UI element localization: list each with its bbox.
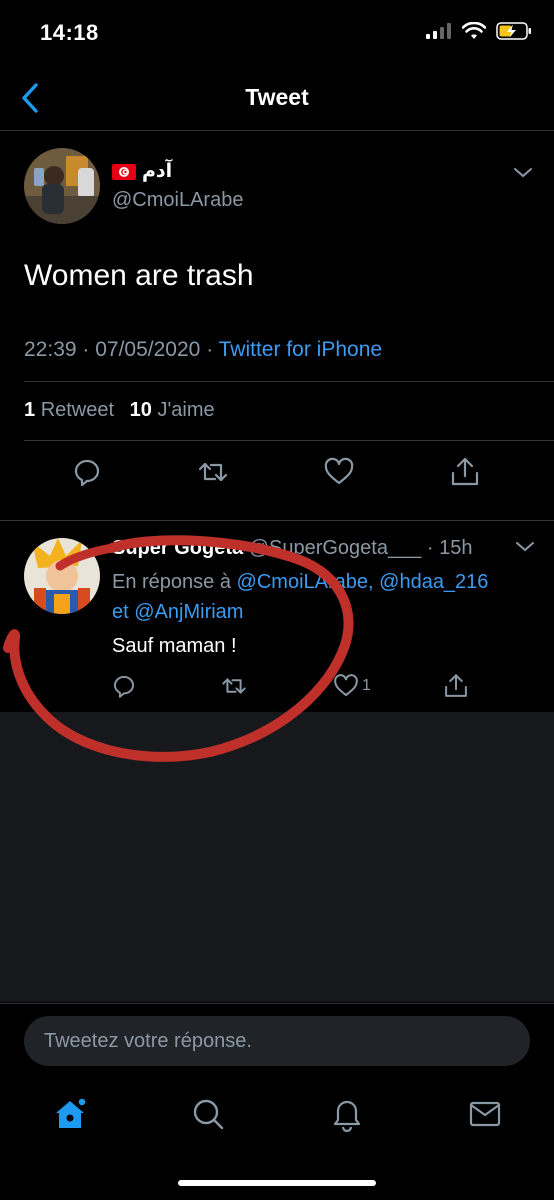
reply-reply-button[interactable] bbox=[110, 672, 138, 700]
mention-link[interactable]: @CmoiLArabe, bbox=[237, 571, 374, 593]
wifi-icon bbox=[462, 22, 486, 39]
mention-link[interactable]: @hdaa_216 bbox=[379, 571, 488, 593]
share-icon bbox=[445, 674, 467, 697]
reply-retweet-button[interactable] bbox=[220, 672, 248, 700]
reply-author-handle[interactable]: @SuperGogeta___ bbox=[249, 537, 422, 559]
reply-button[interactable] bbox=[70, 455, 104, 489]
reply-share-button[interactable] bbox=[442, 672, 470, 700]
reply-like-button[interactable]: 1 bbox=[332, 672, 371, 700]
status-time: 14:18 bbox=[40, 20, 99, 45]
author-handle[interactable]: @CmoiLArabe bbox=[112, 189, 243, 212]
battery-charging-icon bbox=[496, 22, 531, 40]
page-title: Tweet bbox=[245, 84, 309, 110]
avatar-photo bbox=[24, 148, 100, 224]
actions-divider bbox=[0, 520, 554, 521]
reply-context: En réponse à @CmoiLArabe, @hdaa_216 et @… bbox=[112, 571, 489, 623]
reply-header: Super Gogeta @SuperGogeta___ · 15h bbox=[112, 537, 473, 559]
retweet-icon bbox=[198, 462, 228, 482]
heart-icon bbox=[334, 674, 358, 697]
comment-icon bbox=[113, 675, 135, 698]
mention-link[interactable]: @AnjMiriam bbox=[134, 601, 243, 623]
bell-icon bbox=[333, 1100, 361, 1133]
heart-icon bbox=[324, 457, 354, 485]
tab-notifications[interactable] bbox=[329, 1096, 365, 1133]
author-display-name: آدم bbox=[142, 161, 173, 182]
search-icon bbox=[193, 1099, 224, 1130]
author-name[interactable]: آدم bbox=[112, 160, 172, 183]
meta-divider bbox=[24, 381, 554, 382]
tweet-time: 22:39 bbox=[24, 338, 77, 361]
tweet-stats: 1 Retweet 10 J'aime bbox=[24, 399, 215, 422]
like-button[interactable] bbox=[322, 455, 356, 489]
likes-stat[interactable]: 10 J'aime bbox=[130, 399, 215, 421]
tweet-source-link[interactable]: Twitter for iPhone bbox=[219, 338, 382, 361]
reply-avatar[interactable] bbox=[24, 538, 100, 614]
retweets-stat[interactable]: 1 Retweet bbox=[24, 399, 114, 421]
tweet-text: Women are trash bbox=[24, 259, 254, 292]
tab-home[interactable] bbox=[52, 1096, 88, 1132]
status-icons bbox=[426, 22, 532, 40]
tab-messages[interactable] bbox=[467, 1096, 503, 1132]
tab-search[interactable] bbox=[190, 1096, 226, 1132]
empty-thread-area bbox=[0, 712, 554, 1002]
envelope-icon bbox=[469, 1101, 501, 1127]
reply-avatar-photo bbox=[24, 538, 100, 614]
nav-divider bbox=[0, 130, 554, 131]
reply-compose-input[interactable] bbox=[24, 1016, 530, 1066]
cellular-signal-icon bbox=[426, 23, 451, 39]
share-button[interactable] bbox=[448, 455, 482, 489]
tweet-metadata: 22:39 · 07/05/2020 · Twitter for iPhone bbox=[24, 338, 383, 361]
retweet-button[interactable] bbox=[196, 455, 230, 489]
reply-like-count: 1 bbox=[362, 677, 371, 694]
reply-text: Sauf maman ! bbox=[112, 635, 237, 657]
tweet-date: 07/05/2020 bbox=[95, 338, 201, 361]
reply-author-name[interactable]: Super Gogeta bbox=[112, 537, 243, 559]
home-icon bbox=[56, 1097, 87, 1128]
chevron-down-icon[interactable] bbox=[514, 540, 536, 554]
reply-age: 15h bbox=[439, 537, 473, 559]
tunisia-flag-icon bbox=[112, 163, 136, 180]
home-indicator bbox=[178, 1180, 376, 1186]
avatar[interactable] bbox=[24, 148, 100, 224]
retweet-icon bbox=[222, 678, 246, 694]
comment-icon bbox=[74, 459, 100, 487]
share-icon bbox=[451, 457, 479, 486]
stats-divider bbox=[24, 440, 554, 441]
chevron-down-icon[interactable] bbox=[512, 166, 534, 180]
